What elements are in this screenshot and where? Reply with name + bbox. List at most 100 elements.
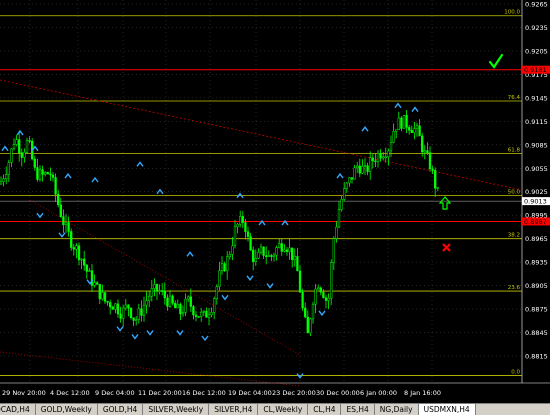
- price-tick-label: 0.9025: [525, 188, 548, 196]
- candle-body: [395, 129, 398, 132]
- candle: [23, 148, 26, 163]
- candle-body: [421, 135, 424, 153]
- candle-body: [215, 286, 218, 299]
- candle-body: [106, 301, 109, 303]
- candle-body: [109, 302, 112, 308]
- candle-body: [7, 162, 10, 175]
- candle-body: [249, 236, 252, 251]
- candle-body: [28, 140, 31, 142]
- candle-body: [62, 216, 65, 226]
- chart-tab[interactable]: GOLD,Weekly: [36, 404, 98, 415]
- candle: [314, 284, 317, 314]
- red-level-price-label-lower: 0.8987: [524, 218, 547, 226]
- price-tick-label: 0.8875: [525, 306, 548, 314]
- candle-body: [176, 304, 179, 309]
- candle: [304, 302, 307, 319]
- chart-tab[interactable]: GOLD,H4: [98, 404, 144, 415]
- candle: [174, 300, 177, 309]
- candle-body: [335, 226, 338, 239]
- candle: [327, 293, 330, 309]
- candle-body: [397, 117, 400, 130]
- fib-level-label: 50.0: [508, 190, 521, 196]
- chart-area[interactable]: 0.9265 0.9235 0.9205 0.9175 0.9145 0.9115 0.90…: [0, 0, 550, 403]
- candle: [5, 166, 8, 185]
- candle-body: [259, 246, 263, 253]
- candle-body: [369, 157, 372, 172]
- candle: [41, 165, 44, 182]
- candle: [142, 296, 146, 322]
- candle: [311, 301, 315, 324]
- candle: [44, 171, 47, 177]
- candle: [109, 299, 112, 315]
- candle: [85, 264, 88, 279]
- candle-body: [161, 290, 164, 292]
- candle: [428, 146, 432, 172]
- price-tick-label: 0.8815: [525, 353, 548, 361]
- chart-tab[interactable]: CL,Weekly: [258, 404, 309, 415]
- candle-body: [275, 247, 278, 256]
- candle: [116, 299, 120, 318]
- candle-body: [46, 172, 49, 175]
- candle-body: [114, 303, 117, 310]
- price-chart[interactable]: 0.92650.92350.92050.91750.91450.91150.90…: [0, 0, 550, 403]
- candle-body: [213, 298, 216, 313]
- candle-body: [174, 303, 177, 309]
- candle-body: [267, 255, 270, 257]
- candle: [101, 284, 104, 301]
- trend-line-lower: [0, 351, 301, 387]
- candle-body: [361, 166, 364, 174]
- candle-body: [179, 304, 182, 315]
- price-tick-label: 0.9235: [525, 24, 548, 32]
- candle: [309, 317, 312, 337]
- time-tick-label: 4 Dec 12:00: [50, 389, 90, 397]
- candle-body: [171, 295, 174, 304]
- candle: [324, 294, 328, 309]
- time-tick-label: 8 Jan 16:00: [404, 389, 441, 397]
- candle: [350, 177, 354, 184]
- chart-tab[interactable]: SILVER,Weekly: [143, 404, 210, 415]
- candle-body: [25, 140, 29, 153]
- candle: [46, 171, 49, 175]
- candle: [257, 248, 260, 259]
- candle: [207, 307, 211, 326]
- candle: [244, 218, 247, 240]
- candle-body: [10, 148, 13, 163]
- chart-tab[interactable]: ES,H4: [341, 404, 375, 415]
- chart-tab[interactable]: SILVER,H4: [209, 404, 259, 415]
- candle-body: [431, 168, 434, 171]
- fractal-up-arrow: [361, 125, 369, 132]
- price-tick-label: 0.8845: [525, 329, 548, 337]
- candle: [371, 154, 374, 169]
- fractal-down-arrow: [221, 294, 229, 301]
- time-tick-label: 29 Nov 20:00: [2, 389, 46, 397]
- chart-tab[interactable]: USDMXN,H4: [418, 404, 476, 415]
- candle-body: [301, 291, 304, 309]
- price-tick-label: 0.9265: [525, 1, 548, 9]
- candle: [90, 263, 94, 292]
- candle-body: [283, 249, 286, 252]
- chart-tab[interactable]: DCAD,H4: [0, 404, 36, 415]
- candle-body: [272, 254, 276, 257]
- candle-body: [122, 307, 125, 319]
- price-tick-label: 0.9055: [525, 165, 548, 173]
- candle: [410, 125, 413, 134]
- candle-body: [96, 282, 99, 285]
- candle-body: [236, 223, 239, 228]
- candle: [363, 158, 367, 176]
- candle: [353, 164, 356, 180]
- candle: [280, 238, 283, 256]
- fib-level-label: 38.2: [508, 233, 520, 239]
- chart-tab[interactable]: NG,Daily: [375, 404, 419, 415]
- candle-body: [38, 169, 42, 180]
- candle-body: [181, 312, 185, 315]
- candle: [64, 213, 68, 233]
- candle: [426, 142, 429, 155]
- candle-body: [291, 247, 294, 260]
- candle: [288, 238, 291, 260]
- chart-tab[interactable]: CL,H4: [308, 404, 342, 415]
- fractal-up-arrow: [64, 172, 72, 179]
- price-tick-label: 0.9145: [525, 94, 548, 102]
- price-tick-label: 0.8935: [525, 259, 548, 267]
- candle: [122, 304, 125, 328]
- candle: [51, 171, 55, 182]
